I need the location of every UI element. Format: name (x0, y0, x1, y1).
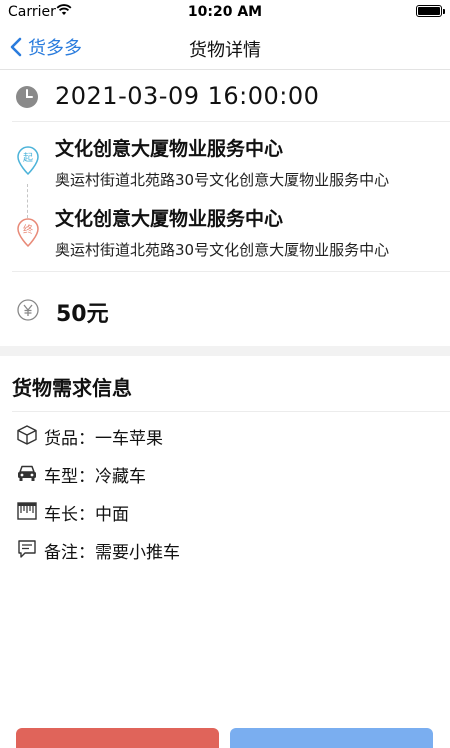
info-row-vehicle-length: 车长：中面 (0, 496, 450, 526)
box-icon (16, 424, 38, 450)
start-place-name: 文化创意大厦物业服务中心 (55, 138, 284, 160)
info-row-vehicle-type: 车型：冷藏车 (0, 458, 450, 488)
status-bar: Carrier 10:20 AM (0, 0, 450, 24)
ruler-icon (16, 500, 38, 526)
vehicle-type-text: 车型：冷藏车 (44, 467, 146, 487)
pickup-time-row: 2021-03-09 16:00:00 (0, 70, 450, 122)
requirements-title: 货物需求信息 (12, 376, 132, 400)
navigation-bar: 货多多 货物详情 (0, 24, 450, 70)
status-time: 10:20 AM (187, 4, 263, 20)
end-pin-text: 终 (23, 223, 33, 236)
right-action-button[interactable] (230, 728, 433, 748)
info-row-goods: 货品：一车苹果 (0, 420, 450, 450)
goods-text: 货品：一车苹果 (44, 429, 163, 449)
comment-icon (16, 538, 38, 564)
battery-icon (416, 5, 445, 17)
end-place-name: 文化创意大厦物业服务中心 (55, 208, 284, 230)
price-row: 50元 (0, 272, 450, 346)
start-place-address: 奥运村街道北苑路30号文化创意大厦物业服务中心 (55, 171, 390, 189)
section-separator (0, 346, 450, 356)
route-connector (27, 184, 28, 218)
divider (12, 411, 450, 412)
left-action-button[interactable] (16, 728, 219, 748)
clock-icon (15, 85, 39, 113)
car-icon (16, 462, 38, 488)
remarks-text: 备注：需要小推车 (44, 543, 180, 563)
start-pin-icon: 起 (16, 146, 40, 180)
page-title: 货物详情 (189, 40, 261, 61)
yen-icon (17, 299, 39, 325)
info-row-remarks: 备注：需要小推车 (0, 534, 450, 564)
price-value: 50元 (56, 302, 109, 327)
route-section: 起 终 文化创意大厦物业服务中心 奥运村街道北苑路30号文化创意大厦物业服务中心… (0, 122, 450, 272)
vehicle-length-text: 车长：中面 (44, 505, 129, 525)
start-pin-text: 起 (23, 152, 33, 164)
end-pin-icon: 终 (16, 218, 40, 252)
end-place-address: 奥运村街道北苑路30号文化创意大厦物业服务中心 (55, 241, 390, 259)
pickup-datetime: 2021-03-09 16:00:00 (55, 82, 320, 110)
